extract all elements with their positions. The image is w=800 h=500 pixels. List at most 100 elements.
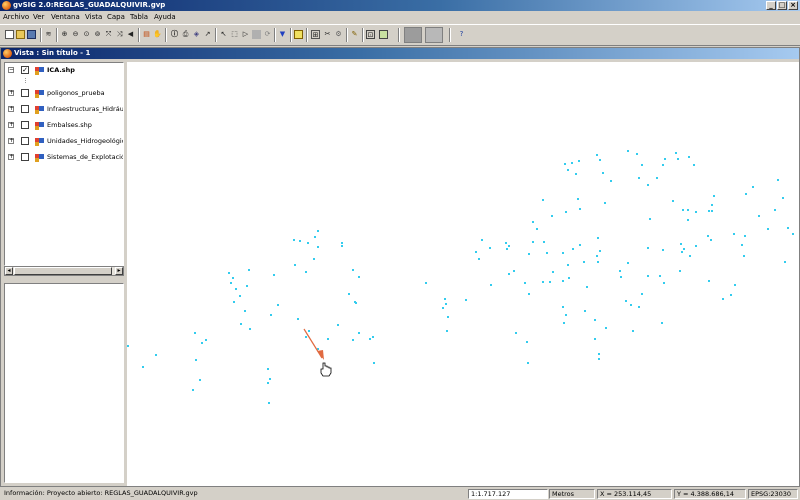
zoom-layer-icon[interactable]: ⊚ [93, 30, 102, 39]
map-point-feature[interactable] [233, 301, 235, 303]
map-point-feature[interactable] [579, 208, 581, 210]
map-point-feature[interactable] [675, 152, 677, 154]
print-icon[interactable]: ⎙ [181, 30, 190, 39]
menu-ventana[interactable]: Ventana [51, 11, 80, 23]
map-point-feature[interactable] [638, 306, 640, 308]
layer-visibility-checkbox[interactable] [21, 121, 29, 129]
map-point-feature[interactable] [294, 264, 296, 266]
map-point-feature[interactable] [313, 258, 315, 260]
map-point-feature[interactable] [526, 341, 528, 343]
measure-icon[interactable]: ◈ [192, 30, 201, 39]
map-point-feature[interactable] [745, 193, 747, 195]
map-point-feature[interactable] [695, 245, 697, 247]
map-point-feature[interactable] [552, 271, 554, 273]
scroll-left-button[interactable]: ◂ [5, 267, 13, 275]
map-point-feature[interactable] [641, 293, 643, 295]
map-point-feature[interactable] [565, 314, 567, 316]
menu-tabla[interactable]: Tabla [130, 11, 148, 23]
graph-icon[interactable]: ⊡ [366, 30, 375, 39]
map-point-feature[interactable] [273, 274, 275, 276]
map-point-feature[interactable] [598, 358, 600, 360]
map-point-feature[interactable] [627, 262, 629, 264]
layer-item-ica[interactable]: − ✓ ICA.shp [5, 63, 123, 77]
map-point-feature[interactable] [767, 228, 769, 230]
map-point-feature[interactable] [681, 251, 683, 253]
menu-archivo[interactable]: Archivo [3, 11, 29, 23]
map-point-feature[interactable] [270, 314, 272, 316]
zoom-extent-icon[interactable]: ⤨ [115, 30, 124, 39]
map-point-feature[interactable] [577, 198, 579, 200]
layer-item-unidades[interactable]: + Unidades_Hidrogeológicas [5, 134, 123, 148]
map-point-feature[interactable] [505, 242, 507, 244]
map-point-feature[interactable] [352, 269, 354, 271]
map-point-feature[interactable] [758, 215, 760, 217]
map-point-feature[interactable] [777, 179, 779, 181]
map-point-feature[interactable] [230, 282, 232, 284]
map-point-feature[interactable] [708, 280, 710, 282]
map-point-feature[interactable] [228, 272, 230, 274]
map-point-feature[interactable] [610, 180, 612, 182]
map-point-feature[interactable] [563, 322, 565, 324]
map-point-feature[interactable] [632, 330, 634, 332]
map-point-feature[interactable] [620, 276, 622, 278]
map-point-feature[interactable] [199, 379, 201, 381]
map-point-feature[interactable] [542, 281, 544, 283]
map-point-feature[interactable] [305, 336, 307, 338]
layer-item-infraestructuras[interactable]: + Infraestructuras_Hidráulic [5, 102, 123, 116]
gray-tool-button-2[interactable] [425, 27, 443, 43]
map-point-feature[interactable] [341, 245, 343, 247]
map-point-feature[interactable] [352, 339, 354, 341]
map-point-feature[interactable] [308, 330, 310, 332]
map-point-feature[interactable] [513, 270, 515, 272]
map-point-feature[interactable] [475, 251, 477, 253]
map-point-feature[interactable] [246, 285, 248, 287]
map-point-feature[interactable] [444, 298, 446, 300]
map-point-feature[interactable] [506, 248, 508, 250]
map-point-feature[interactable] [688, 156, 690, 158]
map-point-feature[interactable] [625, 300, 627, 302]
map-point-feature[interactable] [307, 242, 309, 244]
map-point-feature[interactable] [562, 252, 564, 254]
map-point-feature[interactable] [687, 209, 689, 211]
map-point-feature[interactable] [317, 230, 319, 232]
expand-toggle[interactable]: + [8, 154, 14, 160]
map-point-feature[interactable] [597, 261, 599, 263]
map-point-feature[interactable] [155, 354, 157, 356]
map-point-feature[interactable] [465, 299, 467, 301]
map-point-feature[interactable] [299, 240, 301, 242]
map-point-feature[interactable] [661, 322, 663, 324]
map-point-feature[interactable] [619, 270, 621, 272]
map-point-feature[interactable] [527, 362, 529, 364]
map-point-feature[interactable] [734, 284, 736, 286]
map-point-feature[interactable] [683, 248, 685, 250]
wizard-icon[interactable]: ✎ [350, 30, 359, 39]
map-point-feature[interactable] [710, 239, 712, 241]
map-point-feature[interactable] [341, 242, 343, 244]
map-point-feature[interactable] [248, 269, 250, 271]
map-point-feature[interactable] [194, 332, 196, 334]
map-point-feature[interactable] [240, 323, 242, 325]
map-point-feature[interactable] [579, 244, 581, 246]
map-point-feature[interactable] [142, 366, 144, 368]
tools-icon[interactable]: ✂ [323, 30, 332, 39]
toc-horizontal-scrollbar[interactable]: ◂ ▸ [4, 266, 124, 276]
map-point-feature[interactable] [711, 204, 713, 206]
map-point-feature[interactable] [638, 177, 640, 179]
map-point-feature[interactable] [515, 332, 517, 334]
map-point-feature[interactable] [659, 275, 661, 277]
map-point-feature[interactable] [327, 338, 329, 340]
close-button[interactable]: × [788, 1, 798, 10]
select-invert-icon[interactable]: ⟳ [263, 30, 272, 39]
map-point-feature[interactable] [568, 277, 570, 279]
map-point-feature[interactable] [317, 246, 319, 248]
map-point-feature[interactable] [630, 304, 632, 306]
minimize-button[interactable]: _ [766, 1, 776, 10]
map-point-feature[interactable] [192, 389, 194, 391]
map-point-feature[interactable] [205, 339, 207, 341]
map-point-feature[interactable] [267, 368, 269, 370]
map-point-feature[interactable] [741, 244, 743, 246]
help-icon[interactable]: ? [457, 30, 466, 39]
map-point-feature[interactable] [733, 233, 735, 235]
map-point-feature[interactable] [546, 252, 548, 254]
map-point-feature[interactable] [664, 158, 666, 160]
